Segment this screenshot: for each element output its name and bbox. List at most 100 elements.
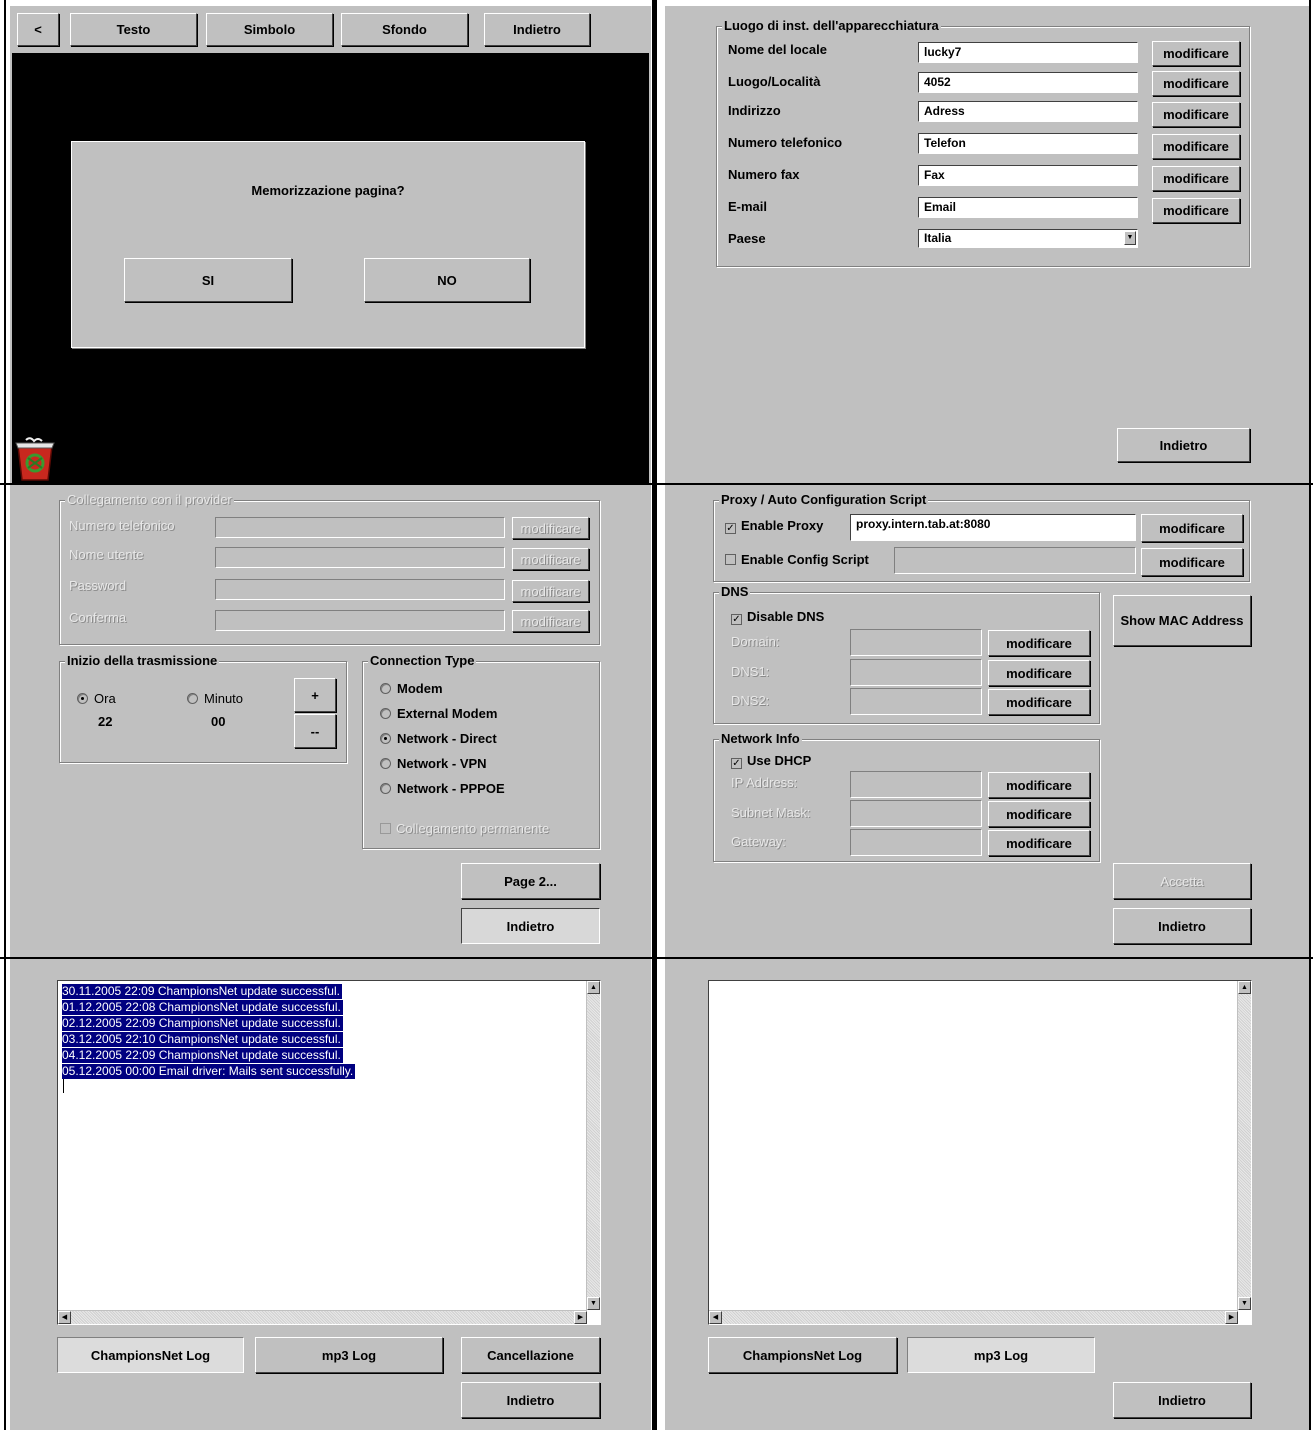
indietro-button[interactable]: Indietro: [1117, 428, 1250, 462]
provider-password-field[interactable]: [215, 579, 505, 600]
permanent-connection-checkbox[interactable]: Collegamento permanente: [380, 821, 549, 836]
log-line[interactable]: 30.11.2005 22:09 ChampionsNet update suc…: [62, 983, 355, 999]
yes-button[interactable]: SI: [124, 258, 292, 302]
modify-script-button[interactable]: modificare: [1141, 548, 1243, 576]
scroll-left-icon[interactable]: ◀: [709, 1311, 722, 1324]
black-canvas[interactable]: Memorizzazione pagina? SI NO: [12, 53, 649, 483]
vertical-scrollbar[interactable]: ▲ ▼: [1237, 981, 1251, 1310]
horizontal-scrollbar[interactable]: ◀ ▶: [709, 1310, 1238, 1324]
script-field[interactable]: [894, 547, 1136, 574]
scroll-right-icon[interactable]: ▶: [574, 1311, 587, 1324]
ip-address-field[interactable]: [850, 771, 982, 798]
country-select[interactable]: Italia ▼: [918, 229, 1138, 248]
modify-provider-phone-button[interactable]: modificare: [512, 517, 589, 539]
modify-localita-button[interactable]: modificare: [1152, 71, 1240, 96]
use-dhcp-checkbox[interactable]: ✓ Use DHCP: [731, 753, 811, 769]
accept-button[interactable]: Accetta: [1113, 863, 1251, 899]
decrement-button[interactable]: --: [294, 714, 336, 748]
mp3-log-tab[interactable]: mp3 Log: [907, 1337, 1095, 1373]
fax-field[interactable]: Fax: [918, 165, 1138, 186]
provider-user-field[interactable]: [215, 547, 505, 568]
horizontal-scrollbar[interactable]: ◀ ▶: [58, 1310, 587, 1324]
minuto-radio[interactable]: Minuto: [187, 691, 243, 706]
mp3-log-tab[interactable]: mp3 Log: [255, 1337, 443, 1373]
indietro-button[interactable]: Indietro: [1113, 1382, 1251, 1418]
indietro-button[interactable]: Indietro: [461, 908, 600, 944]
indietro-button[interactable]: Indietro: [461, 1382, 600, 1418]
log-line[interactable]: 05.12.2005 00:00 Email driver: Mails sen…: [62, 1063, 356, 1079]
modify-telefono-button[interactable]: modificare: [1152, 134, 1240, 159]
scroll-down-icon[interactable]: ▼: [1238, 1297, 1251, 1310]
vertical-scrollbar[interactable]: ▲ ▼: [586, 981, 600, 1310]
modify-ip-button[interactable]: modificare: [988, 772, 1090, 798]
scroll-right-icon[interactable]: ▶: [1225, 1311, 1238, 1324]
page2-button[interactable]: Page 2...: [461, 863, 600, 899]
champions-log-tab[interactable]: ChampionsNet Log: [708, 1337, 897, 1373]
disable-dns-checkbox[interactable]: ✓ Disable DNS: [731, 609, 824, 625]
clear-button[interactable]: Cancellazione: [461, 1337, 600, 1373]
scroll-up-icon[interactable]: ▲: [587, 981, 600, 994]
sfondo-button[interactable]: Sfondo: [341, 13, 468, 46]
modify-provider-user-button[interactable]: modificare: [512, 548, 589, 570]
provider-confirm-field[interactable]: [215, 610, 505, 631]
localita-field[interactable]: 4052: [918, 72, 1138, 93]
log-listbox[interactable]: ▲ ▼ ◀ ▶: [708, 980, 1252, 1325]
modify-email-button[interactable]: modificare: [1152, 198, 1240, 223]
conn-option-modem[interactable]: Modem: [380, 681, 443, 696]
scroll-up-icon[interactable]: ▲: [1238, 981, 1251, 994]
scroll-left-icon[interactable]: ◀: [58, 1311, 71, 1324]
subnet-mask-field[interactable]: [850, 800, 982, 827]
indirizzo-field[interactable]: Adress: [918, 101, 1138, 122]
enable-proxy-checkbox[interactable]: ✓ Enable Proxy: [725, 518, 823, 534]
no-button[interactable]: NO: [364, 258, 530, 302]
modify-proxy-button[interactable]: modificare: [1141, 514, 1243, 542]
modify-provider-confirm-button[interactable]: modificare: [512, 610, 589, 632]
indietro-button[interactable]: Indietro: [1113, 908, 1251, 944]
chevron-down-icon[interactable]: ▼: [1124, 231, 1136, 245]
ora-radio[interactable]: Ora: [77, 691, 116, 706]
log-line[interactable]: 02.12.2005 22:09 ChampionsNet update suc…: [62, 1015, 355, 1031]
modify-gateway-button[interactable]: modificare: [988, 830, 1090, 856]
modify-subnet-button[interactable]: modificare: [988, 801, 1090, 827]
indietro-button[interactable]: Indietro: [484, 13, 590, 46]
modify-fax-button[interactable]: modificare: [1152, 166, 1240, 191]
increment-button[interactable]: +: [294, 678, 336, 712]
enable-script-checkbox[interactable]: Enable Config Script: [725, 552, 869, 567]
modify-nome-locale-button[interactable]: modificare: [1152, 41, 1240, 66]
log-line[interactable]: 03.12.2005 22:10 ChampionsNet update suc…: [62, 1031, 355, 1047]
modify-dns2-button[interactable]: modificare: [988, 689, 1090, 715]
save-page-dialog: Memorizzazione pagina? SI NO: [71, 141, 585, 348]
conn-option-network-vpn[interactable]: Network - VPN: [380, 756, 487, 771]
dns1-field[interactable]: [850, 659, 982, 686]
modify-indirizzo-button[interactable]: modificare: [1152, 102, 1240, 127]
testo-button[interactable]: Testo: [70, 13, 197, 46]
back-arrow-button[interactable]: <: [17, 13, 59, 46]
provider-phone-field[interactable]: [215, 517, 505, 538]
champions-log-tab[interactable]: ChampionsNet Log: [57, 1337, 244, 1373]
show-mac-address-button[interactable]: Show MAC Address: [1113, 595, 1251, 646]
telefono-field[interactable]: Telefon: [918, 133, 1138, 154]
checkbox-checked-icon: ✓: [725, 523, 736, 534]
log-listbox[interactable]: 30.11.2005 22:09 ChampionsNet update suc…: [57, 980, 601, 1325]
trash-bin-icon[interactable]: [12, 436, 58, 482]
modify-domain-button[interactable]: modificare: [988, 630, 1090, 656]
proxy-field[interactable]: proxy.intern.tab.at:8080: [850, 514, 1136, 541]
conn-option-external-modem[interactable]: External Modem: [380, 706, 497, 721]
log-line[interactable]: 01.12.2005 22:08 ChampionsNet update suc…: [62, 999, 355, 1015]
radio-selected-icon: [77, 693, 88, 704]
dns2-field[interactable]: [850, 688, 982, 715]
provider-label-confirm: Conferma: [69, 610, 127, 625]
log-line[interactable]: 04.12.2005 22:09 ChampionsNet update suc…: [62, 1047, 355, 1063]
gateway-field[interactable]: [850, 829, 982, 856]
conn-option-label: Network - PPPOE: [397, 781, 505, 796]
email-field[interactable]: Email: [918, 197, 1138, 218]
conn-option-network-direct[interactable]: Network - Direct: [380, 731, 497, 746]
row-label-indirizzo: Indirizzo: [728, 103, 781, 118]
conn-option-network-pppoe[interactable]: Network - PPPOE: [380, 781, 505, 796]
scroll-down-icon[interactable]: ▼: [587, 1297, 600, 1310]
modify-provider-password-button[interactable]: modificare: [512, 580, 589, 602]
domain-field[interactable]: [850, 629, 982, 656]
modify-dns1-button[interactable]: modificare: [988, 660, 1090, 686]
simbolo-button[interactable]: Simbolo: [206, 13, 333, 46]
nome-locale-field[interactable]: lucky7: [918, 42, 1138, 63]
